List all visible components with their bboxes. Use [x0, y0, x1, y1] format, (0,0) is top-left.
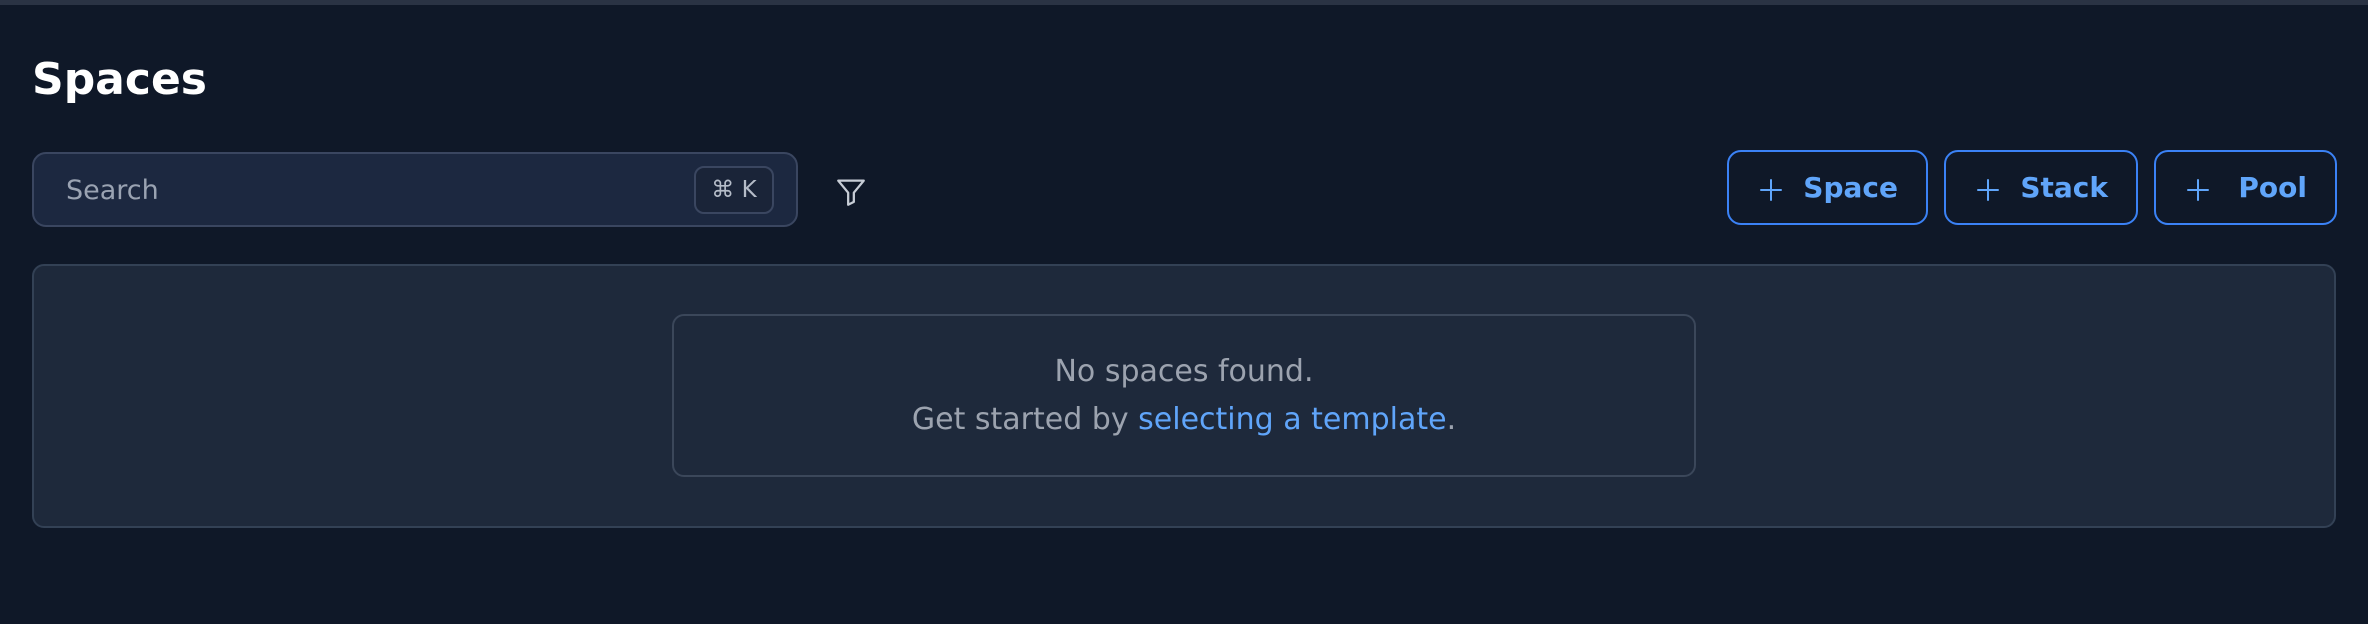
empty-state-message: No spaces found.	[1054, 354, 1314, 389]
add-pool-button[interactable]: Pool	[2154, 150, 2337, 225]
empty-state-prompt-suffix: .	[1446, 402, 1457, 437]
keyboard-shortcut-badge: ⌘ K	[694, 166, 774, 214]
add-space-label: Space	[1803, 171, 1898, 204]
top-divider	[0, 0, 2368, 5]
search-box[interactable]: ⌘ K	[32, 152, 798, 227]
search-input[interactable]	[64, 154, 708, 227]
select-template-link[interactable]: selecting a template	[1138, 402, 1446, 437]
add-pool-label: Pool	[2238, 171, 2307, 204]
plus-icon	[1759, 176, 1783, 201]
add-space-button[interactable]: Space	[1727, 150, 1928, 225]
empty-state-card: No spaces found. Get started by selectin…	[672, 314, 1696, 477]
add-stack-label: Stack	[2020, 171, 2108, 204]
add-stack-button[interactable]: Stack	[1944, 150, 2138, 225]
filter-icon[interactable]	[834, 175, 868, 209]
empty-state-prompt: Get started by selecting a template.	[674, 400, 1694, 440]
page-title: Spaces	[32, 54, 207, 105]
plus-icon	[2186, 176, 2210, 201]
plus-icon	[1976, 176, 2000, 201]
empty-state-prompt-prefix: Get started by	[911, 402, 1129, 437]
